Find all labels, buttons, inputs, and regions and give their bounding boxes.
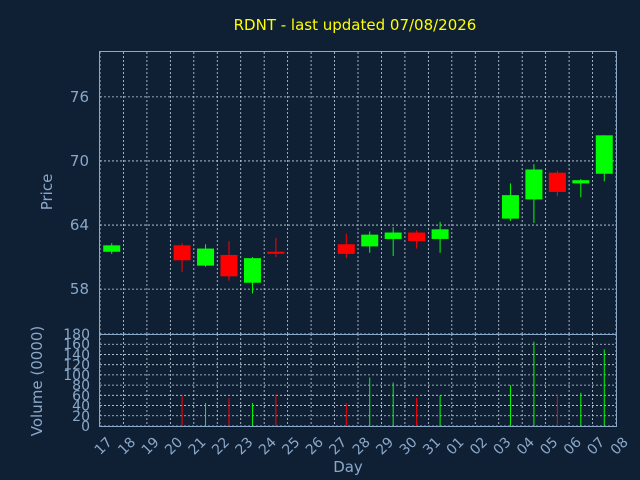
day-tick-label: 08: [608, 434, 632, 458]
day-tick-label: 18: [115, 434, 139, 458]
price-tick-label: 70: [70, 152, 89, 170]
day-axis-label: Day: [333, 458, 363, 476]
candle-body: [337, 244, 355, 254]
day-tick-label: 07: [584, 434, 608, 458]
candle-body: [431, 229, 449, 239]
day-tick-label: 05: [537, 434, 561, 458]
candle-body: [595, 135, 613, 174]
day-tick-label: 04: [514, 434, 538, 458]
price-axis-label: Price: [38, 174, 56, 211]
chart-title: RDNT - last updated 07/08/2026: [234, 16, 477, 34]
candle-body: [220, 254, 238, 277]
candle-body: [243, 258, 261, 283]
day-tick-label: 29: [373, 434, 397, 458]
day-tick-label: 26: [303, 434, 327, 458]
day-tick-label: 30: [397, 434, 421, 458]
candlestick-chart: RDNT - last updated 07/08/2026 58647076 …: [28, 16, 632, 476]
day-tick-label: 28: [350, 434, 374, 458]
volume-axis-label: Volume (0000): [28, 326, 46, 436]
day-tick-label: 02: [467, 434, 491, 458]
day-tick-label: 03: [491, 434, 515, 458]
day-tick-label: 31: [420, 434, 444, 458]
day-tick-label: 24: [256, 434, 280, 458]
day-tick-label: 20: [162, 434, 186, 458]
day-tick-label: 06: [561, 434, 585, 458]
day-tick-label: 27: [326, 434, 350, 458]
day-tick-label: 21: [186, 434, 210, 458]
price-tick-label: 58: [70, 280, 89, 298]
day-tick-label: 25: [279, 434, 303, 458]
day-tick-label: 22: [209, 434, 233, 458]
candle-body: [525, 169, 543, 200]
candle-body: [501, 195, 519, 219]
day-tick-label: 17: [92, 434, 116, 458]
candle-body: [103, 245, 121, 252]
day-tick-label: 01: [444, 434, 468, 458]
day-tick-label: 19: [139, 434, 163, 458]
candle-body: [267, 251, 285, 254]
candle-body: [408, 232, 426, 242]
candle-body: [572, 180, 590, 184]
volume-tick-label: 180: [63, 327, 90, 343]
price-axis-ticks: 58 64 70 76: [70, 88, 89, 298]
day-tick-label: 23: [233, 434, 257, 458]
candle-body: [384, 232, 402, 239]
volume-axis-ticks: 020406080100120140160180: [63, 327, 90, 435]
candle-body: [548, 172, 566, 192]
volume-grid: [99, 333, 617, 427]
price-tick-label: 76: [70, 88, 89, 106]
candle-body: [173, 245, 191, 261]
day-axis-ticks: 17 18 19 20 21 22 23 24 25 26 27 28 29 30 31 01 02 03 04 05…: [92, 434, 632, 458]
candle-body: [197, 248, 215, 266]
candle-body: [361, 234, 379, 247]
price-tick-label: 64: [70, 216, 89, 234]
volume-panel-frame: [99, 334, 617, 427]
